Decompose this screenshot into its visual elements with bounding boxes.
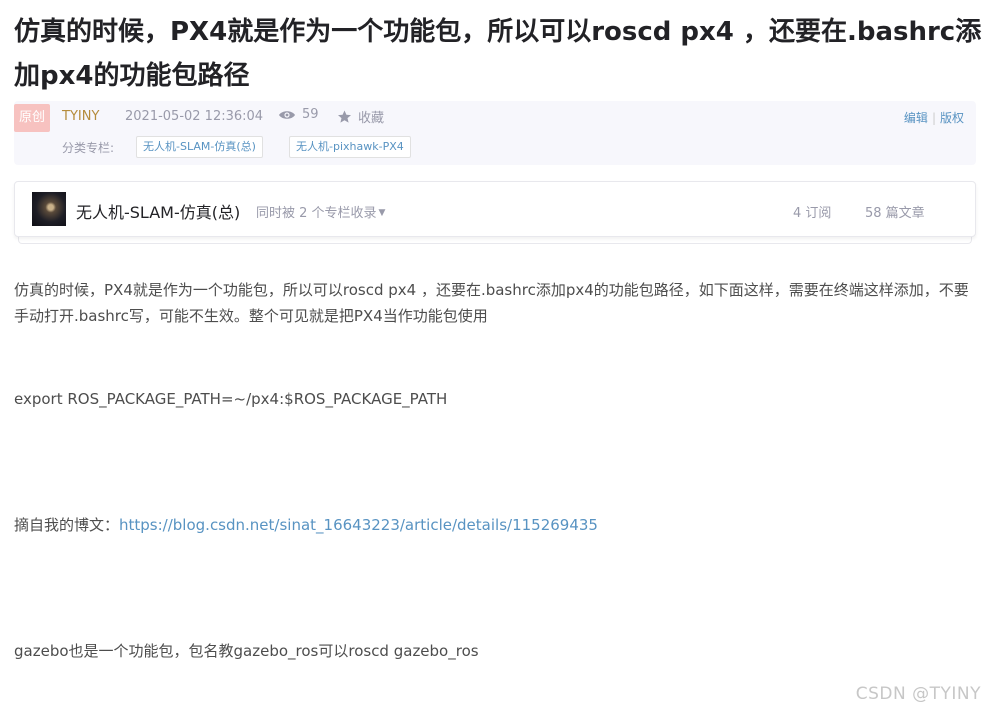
blog-link[interactable]: https://blog.csdn.net/sinat_16643223/art… — [119, 516, 598, 534]
column-subscribers: 4 订阅 — [793, 206, 832, 221]
column-also-included-text: 同时被 2 个专栏收录 — [256, 206, 377, 221]
column-avatar[interactable] — [32, 192, 66, 226]
column-article-count: 58 篇文章 — [865, 206, 925, 221]
column-also-included[interactable]: 同时被 2 个专栏收录 ▼ — [256, 202, 385, 221]
body-paragraph: 仿真的时候，PX4就是作为一个功能包，所以可以roscd px4 ，还要在.ba… — [14, 281, 969, 325]
star-icon — [338, 110, 351, 123]
copyright-link[interactable]: 版权 — [940, 111, 964, 125]
body-code-line: export ROS_PACKAGE_PATH=~/px4:$ROS_PACKA… — [14, 390, 448, 408]
csdn-watermark: CSDN @TYINY — [855, 684, 981, 704]
category-tag[interactable]: 无人机-pixhawk-PX4 — [289, 136, 411, 158]
article-meta-box: 原创 TYINY 2021-05-02 12:36:04 59 收藏 编辑 | 版权… — [14, 101, 976, 165]
original-badge: 原创 — [14, 104, 50, 132]
view-count: 59 — [278, 107, 319, 122]
favorite-label: 收藏 — [358, 111, 385, 126]
column-card-stack-edge — [18, 237, 972, 244]
article-title: 仿真的时候，PX4就是作为一个功能包，所以可以roscd px4 ，还要在.ba… — [14, 17, 982, 91]
view-count-value: 59 — [302, 107, 319, 122]
body-paragraph: gazebo也是一个功能包，包名教gazebo_ros可以roscd gazeb… — [14, 642, 479, 660]
meta-actions: 编辑 | 版权 — [904, 109, 964, 126]
author-link[interactable]: TYINY — [62, 109, 99, 124]
publish-time: 2021-05-02 12:36:04 — [125, 109, 264, 124]
body-paragraph: 摘自我的博文：https://blog.csdn.net/sinat_16643… — [14, 512, 974, 538]
column-name[interactable]: 无人机-SLAM-仿真(总) — [76, 199, 240, 223]
favorite-button[interactable]: 收藏 — [337, 107, 384, 126]
category-label: 分类专栏: — [62, 141, 115, 155]
column-card[interactable]: 无人机-SLAM-仿真(总) 同时被 2 个专栏收录 ▼ 4 订阅 58 篇文章 — [14, 181, 976, 237]
category-tag[interactable]: 无人机-SLAM-仿真(总) — [136, 136, 263, 158]
edit-link[interactable]: 编辑 — [904, 111, 928, 125]
caret-down-icon: ▼ — [378, 208, 386, 218]
eye-icon — [279, 110, 295, 119]
quote-prefix: 摘自我的博文： — [14, 516, 120, 534]
divider: | — [931, 111, 936, 125]
